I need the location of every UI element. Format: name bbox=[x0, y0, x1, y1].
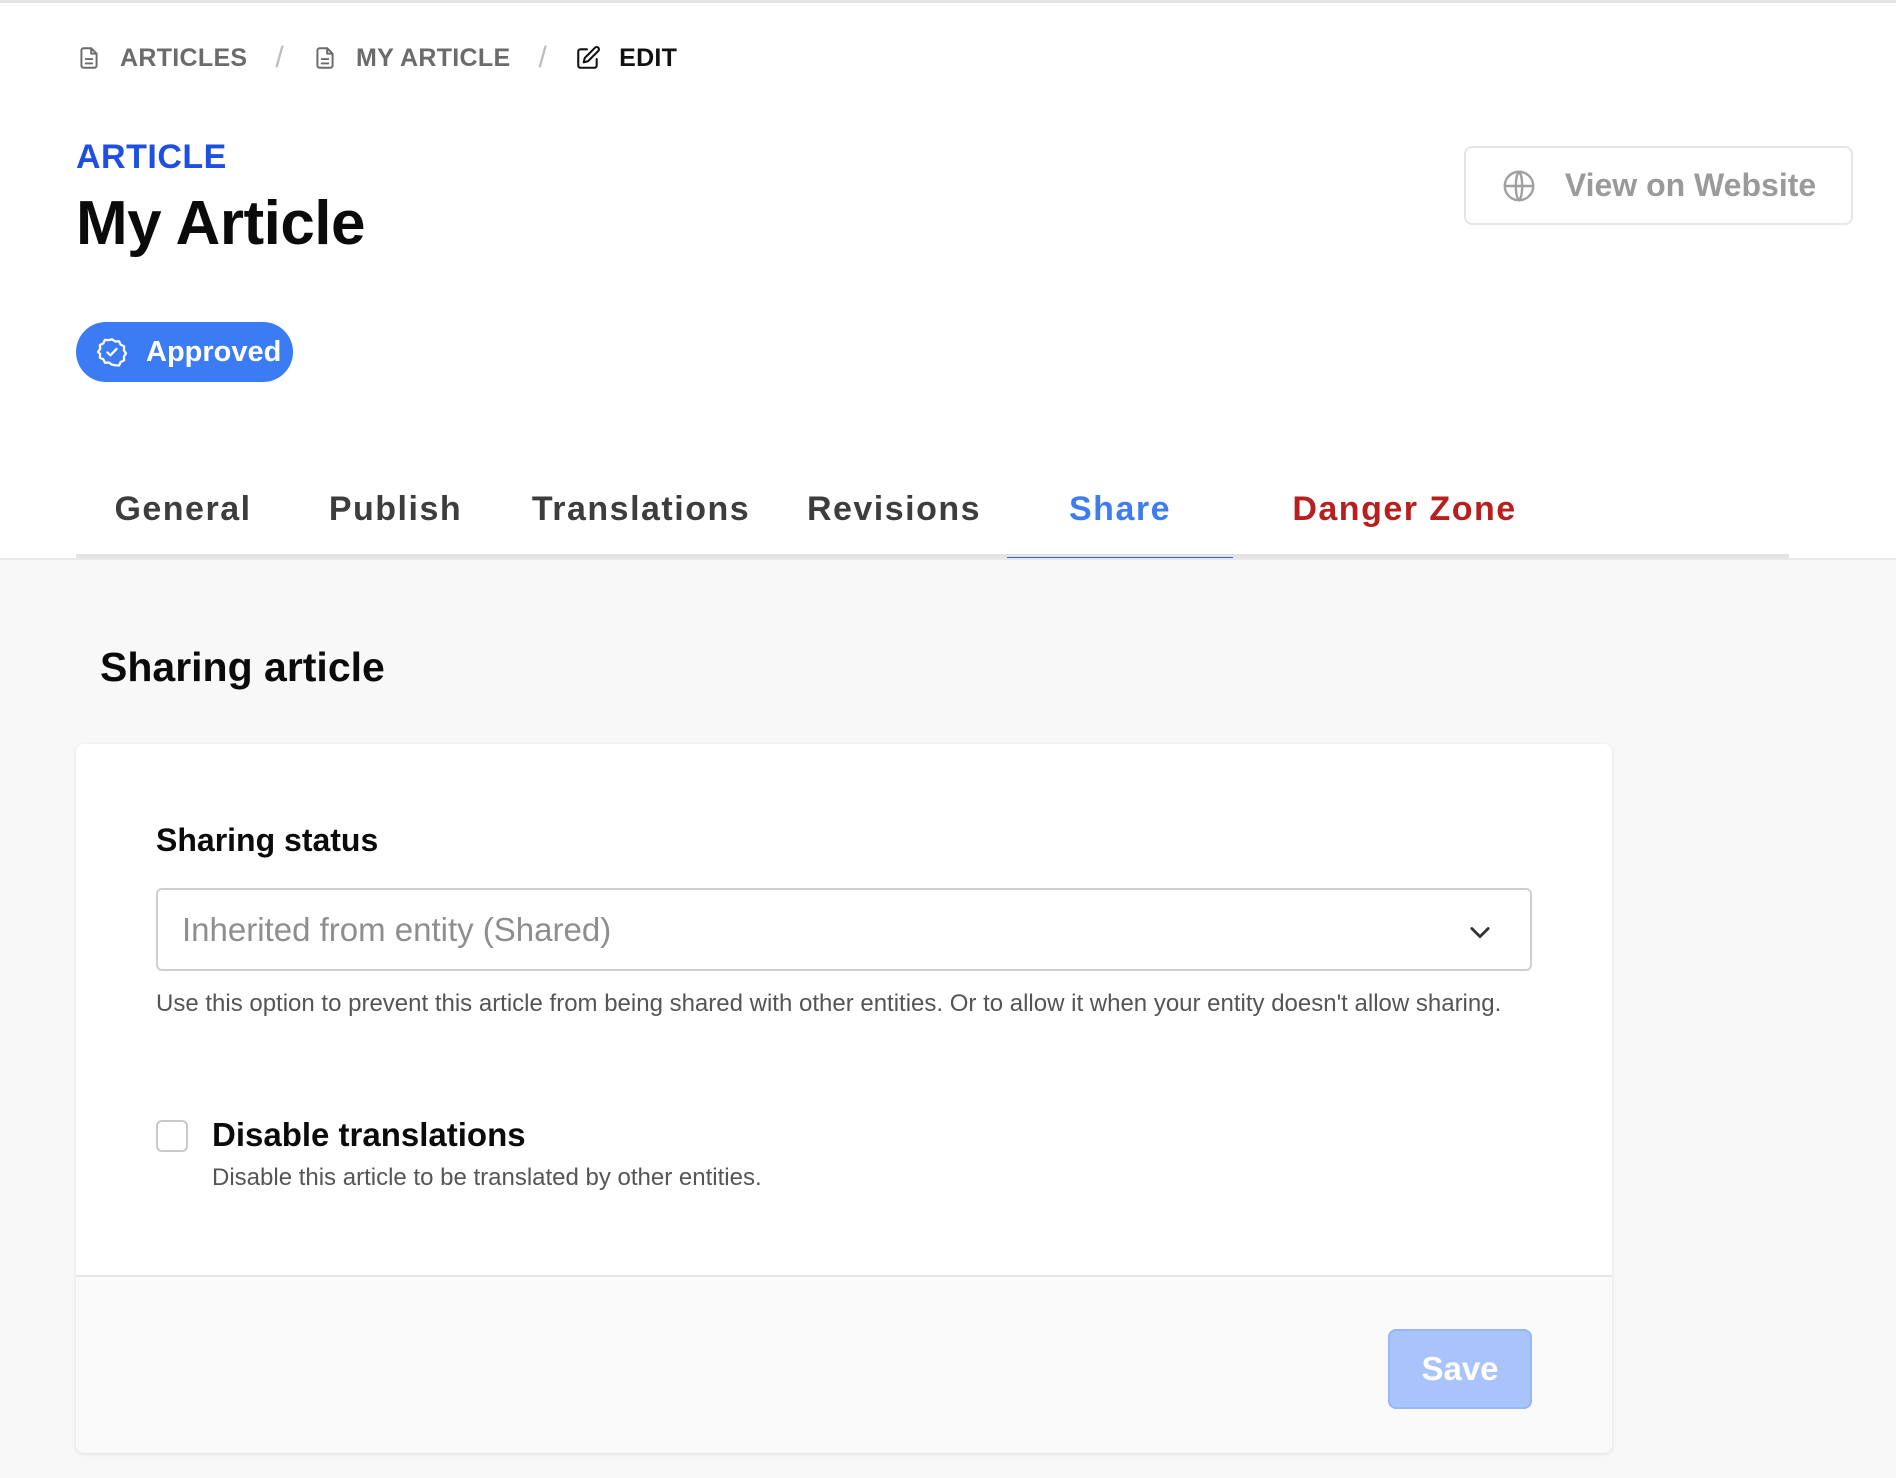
page-title: My Article bbox=[76, 189, 366, 258]
breadcrumb-separator: / bbox=[275, 41, 285, 74]
tab-general[interactable]: General bbox=[76, 480, 290, 558]
page-eyebrow: ARTICLE bbox=[76, 138, 227, 176]
card-footer: Save bbox=[76, 1275, 1612, 1453]
breadcrumb-label: EDIT bbox=[619, 43, 678, 72]
globe-icon bbox=[1503, 170, 1535, 201]
top-border bbox=[0, 0, 1896, 3]
disable-translations-checkbox[interactable] bbox=[156, 1120, 188, 1152]
breadcrumb-my-article[interactable]: MY ARTICLE bbox=[312, 44, 510, 73]
status-badge-label: Approved bbox=[146, 335, 282, 368]
sharing-card: Sharing status Inherited from entity (Sh… bbox=[76, 744, 1612, 1453]
view-on-website-button[interactable]: View on Website bbox=[1464, 146, 1853, 225]
sharing-status-label: Sharing status bbox=[156, 822, 379, 858]
breadcrumb-edit: EDIT bbox=[575, 44, 677, 73]
breadcrumb-label: ARTICLES bbox=[120, 43, 248, 72]
breadcrumb: ARTICLES / MY ARTICLE / EDIT bbox=[76, 38, 677, 78]
view-on-website-label: View on Website bbox=[1564, 167, 1817, 203]
status-badge: Approved bbox=[76, 322, 293, 382]
breadcrumb-label: MY ARTICLE bbox=[356, 43, 511, 72]
tab-share[interactable]: Share bbox=[1007, 480, 1233, 562]
disable-translations-label[interactable]: Disable translations bbox=[212, 1116, 526, 1154]
breadcrumb-separator: / bbox=[538, 41, 548, 74]
edit-icon bbox=[577, 46, 601, 69]
tab-translations[interactable]: Translations bbox=[501, 480, 781, 558]
disable-translations-help: Disable this article to be translated by… bbox=[212, 1164, 762, 1191]
tab-bar: General Publish Translations Revisions S… bbox=[76, 480, 1789, 562]
check-badge-icon bbox=[96, 338, 128, 367]
tab-revisions[interactable]: Revisions bbox=[781, 480, 1007, 558]
breadcrumb-articles[interactable]: ARTICLES bbox=[76, 44, 247, 73]
sharing-status-select[interactable]: Inherited from entity (Shared) bbox=[156, 888, 1532, 971]
sharing-status-value: Inherited from entity (Shared) bbox=[182, 910, 612, 948]
sharing-status-help: Use this option to prevent this article … bbox=[156, 990, 1502, 1017]
document-icon bbox=[80, 47, 98, 69]
document-icon bbox=[316, 47, 334, 69]
section-title: Sharing article bbox=[100, 644, 385, 690]
tab-danger-zone[interactable]: Danger Zone bbox=[1233, 480, 1576, 558]
save-button[interactable]: Save bbox=[1388, 1329, 1532, 1409]
chevron-down-icon bbox=[1470, 927, 1490, 939]
tab-publish[interactable]: Publish bbox=[290, 480, 501, 558]
